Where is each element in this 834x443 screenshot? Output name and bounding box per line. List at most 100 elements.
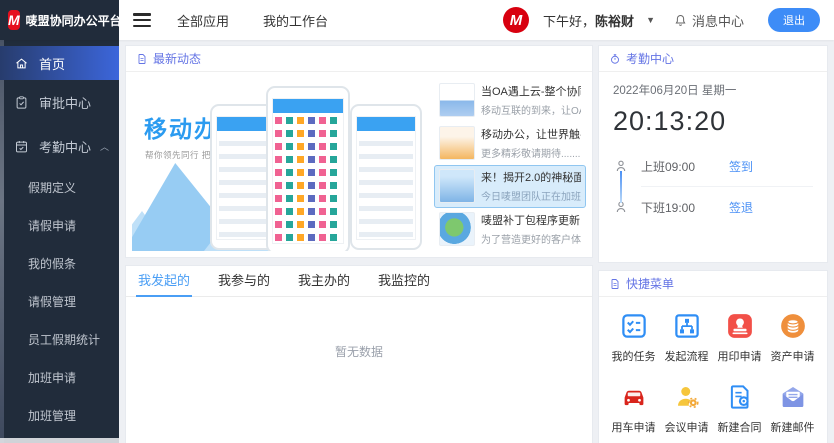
sidebar-submenu: 假期定义 请假申请 我的假条 请假管理 员工假期统计 加班申请 加班管理 [0, 168, 119, 434]
sidebar-item-approval-center[interactable]: 审批中心 [0, 80, 119, 124]
latest-news-panel: 最新动态 移动办公 帮你领先同行 把工作带出办公室 当OA遇上云-整个协同 [125, 45, 593, 258]
tab-monitored-by-me[interactable]: 我监控的 [378, 266, 430, 297]
approval-icon [14, 95, 29, 110]
sidebar-subitem-staff-holiday-stats[interactable]: 员工假期统计 [0, 320, 119, 358]
attendance-date: 2022年06月20日 星期一 [613, 82, 813, 98]
attendance-clock: 20:13:20 [613, 106, 813, 137]
check-in-label: 上班09:00 [641, 158, 711, 175]
quick-item-vehicle-request[interactable]: 用车申请 [607, 382, 660, 435]
attendance-icon [14, 139, 29, 154]
quick-item-label: 我的任务 [612, 348, 656, 364]
news-thumbnail [439, 169, 475, 203]
quick-item-label: 用车申请 [612, 419, 656, 435]
news-panel-title: 最新动态 [153, 50, 201, 67]
attendance-body: 2022年06月20日 星期一 20:13:20 上班09:00 签到 下班19… [599, 72, 827, 224]
top-header: M 唛盟协同办公平台 全部应用 我的工作台 M 下午好，陈裕财 ▼ 消息中心 退… [0, 0, 834, 40]
home-icon [14, 56, 29, 71]
news-body: 移动办公 帮你领先同行 把工作带出办公室 当OA遇上云-整个协同OA 移动互联的到… [126, 72, 592, 257]
empty-state-text: 暂无数据 [126, 343, 592, 360]
quick-item-new-contract[interactable]: 新建合同 [713, 382, 766, 435]
check-out-row: 下班19:00 签退 [613, 190, 813, 224]
check-out-label: 下班19:00 [641, 199, 711, 216]
sidebar-item-label: 考勤中心 [39, 137, 91, 156]
sidebar-subitem-overtime-request[interactable]: 加班申请 [0, 358, 119, 396]
mail-icon [778, 382, 808, 412]
message-center-label: 消息中心 [692, 11, 744, 30]
chevron-down-icon[interactable]: ▼ [646, 15, 655, 25]
attendance-rows: 上班09:00 签到 下班19:00 签退 [613, 149, 813, 224]
header-main: 全部应用 我的工作台 M 下午好，陈裕财 ▼ 消息中心 退出 [119, 0, 834, 40]
sidebar-subitem-overtime-management[interactable]: 加班管理 [0, 396, 119, 434]
quick-item-start-workflow[interactable]: 发起流程 [660, 311, 713, 364]
main-content: 最新动态 移动办公 帮你领先同行 把工作带出办公室 当OA遇上云-整个协同 [119, 40, 834, 443]
news-item[interactable]: 唛盟补丁包程序更新为了营造更好的客户体验，唛 [434, 208, 586, 251]
workflow-icon [672, 311, 702, 341]
tab-initiated-by-me[interactable]: 我发起的 [138, 266, 190, 297]
quick-item-seal-request[interactable]: 用印申请 [713, 311, 766, 364]
car-icon [619, 382, 649, 412]
asset-icon [778, 311, 808, 341]
quick-item-asset-request[interactable]: 资产申请 [766, 311, 819, 364]
chevron-up-icon: ︿ [100, 140, 109, 153]
sidebar-subitem-leave-request[interactable]: 请假申请 [0, 206, 119, 244]
quick-menu-title: 快捷菜单 [626, 275, 674, 292]
news-title: 来！揭开2.0的神秘面纱~ [481, 169, 581, 185]
quick-item-my-tasks[interactable]: 我的任务 [607, 311, 660, 364]
check-out-link[interactable]: 签退 [729, 199, 753, 216]
logout-button[interactable]: 退出 [768, 8, 820, 32]
sidebar-subitem-leave-management[interactable]: 请假管理 [0, 282, 119, 320]
news-item-active[interactable]: 来！揭开2.0的神秘面纱~ 今日唛盟团队正在加班加点， [434, 165, 586, 208]
brand: M 唛盟协同办公平台 [0, 0, 119, 40]
top-nav: 全部应用 我的工作台 [177, 11, 328, 30]
user-greeting[interactable]: 下午好，陈裕财 [543, 11, 634, 30]
quick-item-label: 新建邮件 [771, 419, 815, 435]
sidebar-item-attendance-center[interactable]: 考勤中心 ︿ [0, 124, 119, 168]
news-thumbnail [439, 126, 475, 160]
greeting-text: 下午好， [543, 14, 595, 29]
sidebar-subitem-holiday-definition[interactable]: 假期定义 [0, 168, 119, 206]
quick-menu-panel: 快捷菜单 我的任务 发起流程 用印申请 资产申请 [598, 270, 828, 443]
user-avatar[interactable]: M [503, 7, 529, 33]
quick-item-label: 发起流程 [665, 348, 709, 364]
news-list: 当OA遇上云-整个协同OA 移动互联的到来，让OA与云 移动办公，让世界触手可更多… [434, 78, 586, 251]
brand-title: 唛盟协同办公平台 [26, 12, 122, 29]
stamp-icon [725, 311, 755, 341]
news-panel-header: 最新动态 [126, 46, 592, 72]
timeline-connector [620, 171, 622, 203]
tab-hosted-by-me[interactable]: 我主办的 [298, 266, 350, 297]
sidebar-item-home[interactable]: 首页 [0, 46, 119, 80]
quick-item-meeting-request[interactable]: 会议申请 [660, 382, 713, 435]
sidebar: 首页 审批中心 考勤中心 ︿ 假期定义 请假申请 我的假条 请假管理 员工假期统… [0, 40, 119, 443]
nav-my-workbench[interactable]: 我的工作台 [263, 11, 328, 30]
phone-mockup [350, 104, 422, 250]
quick-menu-header: 快捷菜单 [599, 271, 827, 297]
news-desc: 更多精彩敬请期待....... [481, 145, 581, 160]
menu-collapse-icon[interactable] [133, 13, 151, 27]
sidebar-subitem-my-leave-notes[interactable]: 我的假条 [0, 244, 119, 282]
message-center[interactable]: 消息中心 [673, 11, 744, 30]
attendance-panel: 考勤中心 2022年06月20日 星期一 20:13:20 上班09:00 签到… [598, 45, 828, 263]
brand-logo-icon: M [8, 10, 20, 30]
attendance-panel-header: 考勤中心 [599, 46, 827, 72]
news-desc: 移动互联的到来，让OA与云 [481, 102, 581, 117]
my-tasks-panel: 我发起的 我参与的 我主办的 我监控的 暂无数据 [125, 265, 593, 443]
sidebar-item-label: 审批中心 [39, 93, 91, 112]
quick-item-label: 资产申请 [771, 348, 815, 364]
nav-all-apps[interactable]: 全部应用 [177, 11, 229, 30]
promo-banner[interactable]: 移动办公 帮你领先同行 把工作带出办公室 [132, 78, 428, 251]
meeting-icon [672, 382, 702, 412]
news-desc: 为了营造更好的客户体验，唛 [481, 231, 581, 246]
news-thumbnail [439, 212, 475, 246]
news-desc: 今日唛盟团队正在加班加点， [481, 188, 581, 203]
attendance-panel-title: 考勤中心 [626, 50, 674, 67]
news-item[interactable]: 移动办公，让世界触手可更多精彩敬请期待....... [434, 121, 586, 164]
news-title: 当OA遇上云-整个协同OA [481, 83, 581, 99]
check-in-link[interactable]: 签到 [729, 158, 753, 175]
quick-item-label: 新建合同 [718, 419, 762, 435]
quick-item-new-mail[interactable]: 新建邮件 [766, 382, 819, 435]
tab-participated-by-me[interactable]: 我参与的 [218, 266, 270, 297]
task-tabs: 我发起的 我参与的 我主办的 我监控的 [126, 266, 592, 297]
document-icon [136, 53, 148, 65]
quick-menu-grid: 我的任务 发起流程 用印申请 资产申请 用车申请 [599, 297, 827, 435]
news-item[interactable]: 当OA遇上云-整个协同OA 移动互联的到来，让OA与云 [434, 78, 586, 121]
